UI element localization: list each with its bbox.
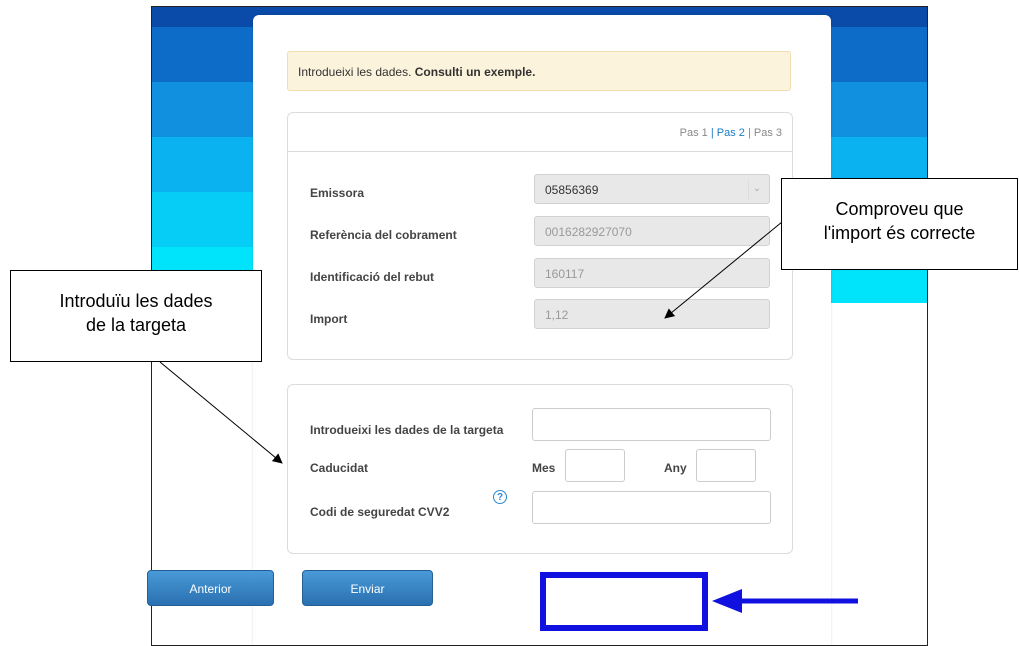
callout-text: Introduïu les dades [59,291,213,311]
callout-card-data: Introduïu les dades de la targeta [10,270,262,362]
callout-text: de la targeta [85,315,187,335]
left-callout-arrow [159,361,283,464]
callout-text: l'import és correcte [823,223,976,243]
callout-text: Comproveu que [835,199,964,219]
blue-arrow-head [712,589,742,613]
callout-check-import: Comproveu que l'import és correcte [781,178,1018,270]
